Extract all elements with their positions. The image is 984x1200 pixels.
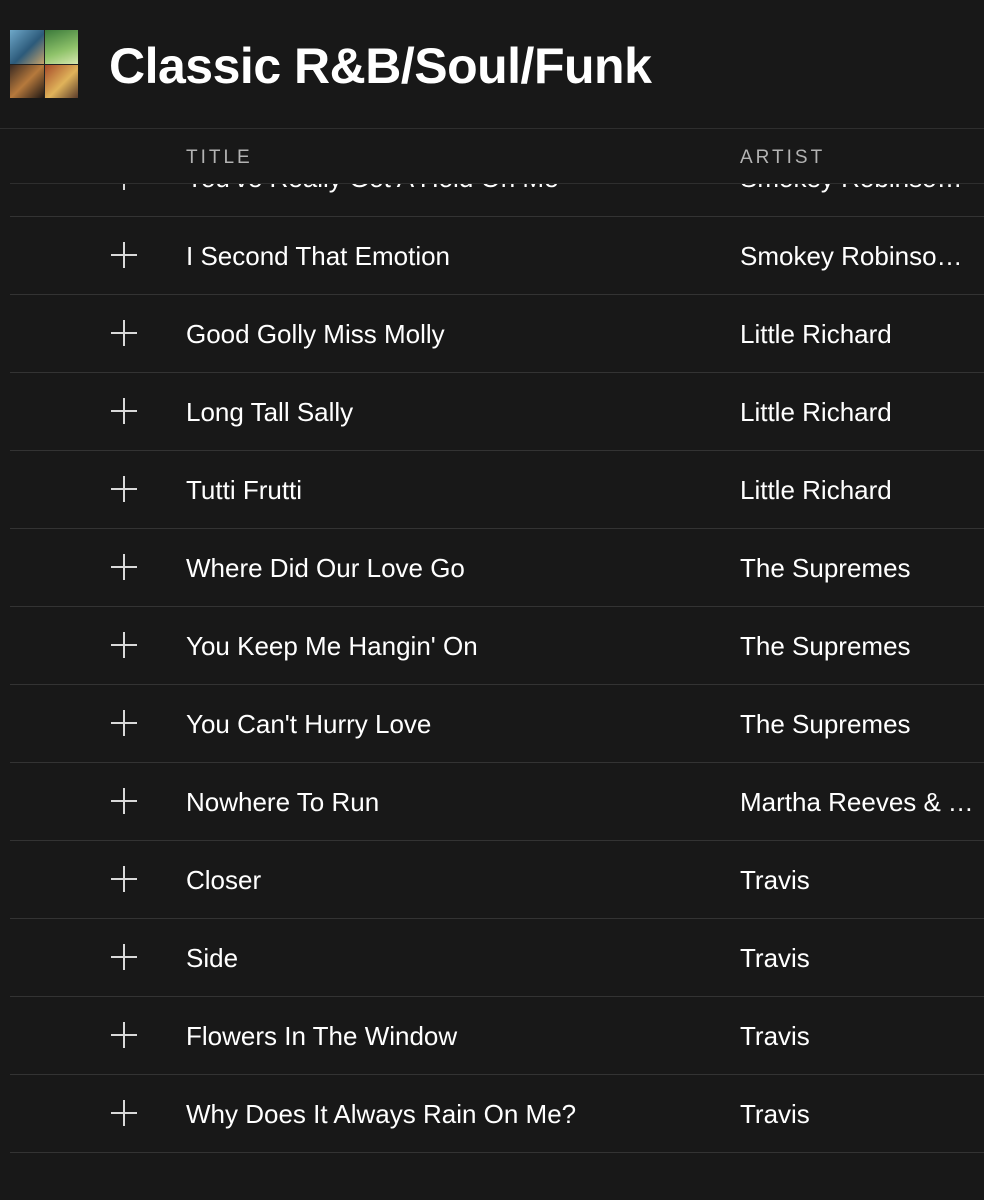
track-list: You've Really Got A Hold On Me Smokey Ro… xyxy=(10,139,984,1153)
column-header-title[interactable]: TITLE xyxy=(186,147,253,169)
plus-icon[interactable] xyxy=(111,866,137,892)
track-row[interactable]: You Can't Hurry Love The Supremes xyxy=(10,685,984,763)
track-artist[interactable]: Little Richard xyxy=(740,397,974,428)
track-artist[interactable]: Travis xyxy=(740,1021,974,1052)
track-artist[interactable]: Smokey Robinson & The Miracles xyxy=(740,241,974,272)
track-row[interactable]: Why Does It Always Rain On Me? Travis xyxy=(10,1075,984,1153)
track-artist[interactable]: The Supremes xyxy=(740,553,974,584)
cover-tile xyxy=(10,64,44,98)
plus-icon[interactable] xyxy=(111,1100,137,1126)
track-row[interactable]: I Second That Emotion Smokey Robinson & … xyxy=(10,217,984,295)
track-artist[interactable]: Martha Reeves & The Vandellas xyxy=(740,787,974,818)
track-row[interactable]: Closer Travis xyxy=(10,841,984,919)
track-title: Nowhere To Run xyxy=(186,787,380,817)
track-title: You Can't Hurry Love xyxy=(186,709,432,739)
plus-icon[interactable] xyxy=(111,710,137,736)
track-title: Good Golly Miss Molly xyxy=(186,319,445,349)
playlist-header: Classic R&B/Soul/Funk xyxy=(0,0,984,128)
column-header-artist[interactable]: ARTIST xyxy=(740,147,825,169)
track-artist[interactable]: Travis xyxy=(740,1099,974,1130)
track-title: You Keep Me Hangin' On xyxy=(186,631,478,661)
track-row[interactable]: Where Did Our Love Go The Supremes xyxy=(10,529,984,607)
cover-tile xyxy=(44,30,78,64)
column-header-divider xyxy=(10,183,984,184)
track-title: Why Does It Always Rain On Me? xyxy=(186,1099,577,1129)
track-row[interactable]: Flowers In The Window Travis xyxy=(10,997,984,1075)
track-artist[interactable]: The Supremes xyxy=(740,631,974,662)
track-row[interactable]: You Keep Me Hangin' On The Supremes xyxy=(10,607,984,685)
plus-icon[interactable] xyxy=(111,242,137,268)
track-title: I Second That Emotion xyxy=(186,241,451,271)
track-artist[interactable]: Travis xyxy=(740,865,974,896)
track-title: Where Did Our Love Go xyxy=(186,553,465,583)
playlist-cover-image[interactable] xyxy=(10,30,78,98)
plus-icon[interactable] xyxy=(111,944,137,970)
track-title: Side xyxy=(186,943,239,973)
track-row[interactable]: Long Tall Sally Little Richard xyxy=(10,373,984,451)
track-title: Flowers In The Window xyxy=(186,1021,458,1051)
plus-icon[interactable] xyxy=(111,476,137,502)
track-row[interactable]: Nowhere To Run Martha Reeves & The Vande… xyxy=(10,763,984,841)
track-artist[interactable]: Travis xyxy=(740,943,974,974)
track-artist[interactable]: Little Richard xyxy=(740,319,974,350)
plus-icon[interactable] xyxy=(111,320,137,346)
track-title: Long Tall Sally xyxy=(186,397,354,427)
track-row[interactable]: Tutti Frutti Little Richard xyxy=(10,451,984,529)
track-title: Tutti Frutti xyxy=(186,475,303,505)
plus-icon[interactable] xyxy=(111,1022,137,1048)
cover-tile xyxy=(44,64,78,98)
plus-icon[interactable] xyxy=(111,554,137,580)
column-header-row: TITLE ARTIST xyxy=(0,129,984,183)
track-title: Closer xyxy=(186,865,262,895)
plus-icon[interactable] xyxy=(111,632,137,658)
track-row[interactable]: Side Travis xyxy=(10,919,984,997)
track-row[interactable]: Good Golly Miss Molly Little Richard xyxy=(10,295,984,373)
plus-icon[interactable] xyxy=(111,398,137,424)
page-title: Classic R&B/Soul/Funk xyxy=(109,38,652,94)
track-artist[interactable]: The Supremes xyxy=(740,709,974,740)
track-artist[interactable]: Little Richard xyxy=(740,475,974,506)
cover-tile xyxy=(10,30,44,64)
plus-icon[interactable] xyxy=(111,788,137,814)
